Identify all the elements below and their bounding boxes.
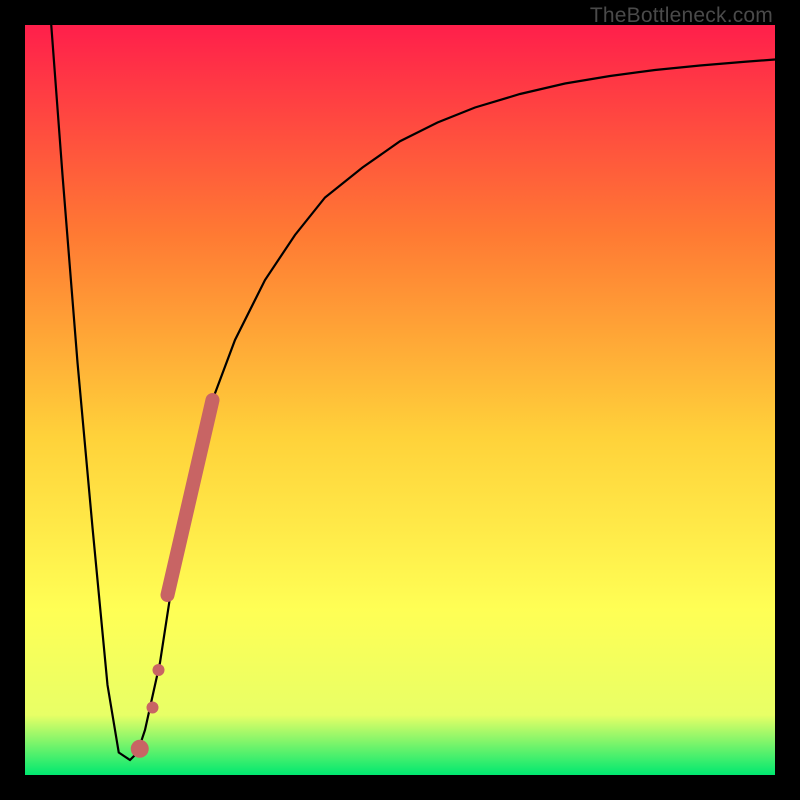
watermark-text: TheBottleneck.com xyxy=(590,4,773,28)
dot-2 xyxy=(147,702,159,714)
gradient-background xyxy=(25,25,775,775)
chart-svg xyxy=(25,25,775,775)
dot-3 xyxy=(131,740,149,758)
dot-1 xyxy=(153,664,165,676)
chart-frame: TheBottleneck.com xyxy=(0,0,800,800)
plot-area xyxy=(25,25,775,775)
